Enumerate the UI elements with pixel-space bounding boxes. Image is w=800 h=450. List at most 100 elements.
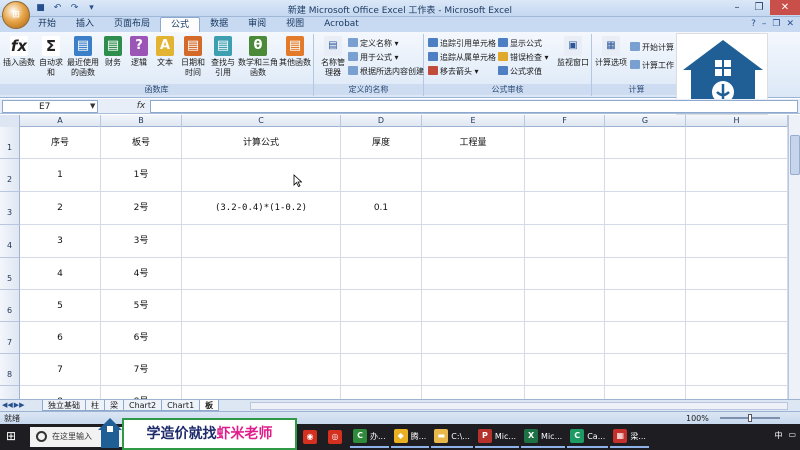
tab-7[interactable]: Acrobat (314, 17, 369, 32)
cell-E5[interactable] (422, 258, 525, 290)
cell-F4[interactable] (525, 225, 605, 258)
formula-auditing-item-2[interactable]: 移去箭头 ▾ (428, 66, 479, 78)
cell-G6[interactable] (605, 290, 686, 322)
calculation-item-0[interactable]: 开始计算 (630, 42, 674, 54)
cell-F6[interactable] (525, 290, 605, 322)
input-method-indicator[interactable]: 中 (774, 430, 782, 441)
cell-B6[interactable]: 5号 (101, 290, 182, 322)
cell-F2[interactable] (525, 159, 605, 192)
cell-C6[interactable] (182, 290, 341, 322)
row-header-6[interactable]: 6 (0, 290, 20, 322)
cell-D3[interactable]: 0.1 (341, 192, 422, 225)
cell-E9[interactable] (422, 386, 525, 399)
cell-G9[interactable] (605, 386, 686, 399)
cell-D5[interactable] (341, 258, 422, 290)
cell-F1[interactable] (525, 127, 605, 159)
cell-H8[interactable] (686, 354, 788, 386)
cell-G1[interactable] (605, 127, 686, 159)
defined-names-item-0[interactable]: 定义名称 ▾ (348, 38, 399, 50)
cell-B1[interactable]: 板号 (101, 127, 182, 159)
cell-E6[interactable] (422, 290, 525, 322)
cell-C3[interactable]: (3.2-0.4)*(1-0.2) (182, 192, 341, 225)
cell-H6[interactable] (686, 290, 788, 322)
taskbar-app-0[interactable]: ◉ (300, 426, 323, 448)
insert-function-icon[interactable]: fx (134, 100, 148, 113)
doc-close-icon[interactable]: ✕ (786, 19, 794, 29)
cell-G4[interactable] (605, 225, 686, 258)
formula-auditing-item-3[interactable]: 显示公式 (498, 38, 542, 50)
calc-options-button[interactable]: ▦ 计算选项 (594, 36, 628, 84)
formula-auditing-item-1[interactable]: 追踪从属单元格 (428, 52, 496, 64)
cell-C2[interactable] (182, 159, 341, 192)
defined-names-item-2[interactable]: 根据所选内容创建 (348, 66, 424, 78)
cell-C8[interactable] (182, 354, 341, 386)
cell-G8[interactable] (605, 354, 686, 386)
scroll-thumb[interactable] (790, 135, 800, 175)
cell-G3[interactable] (605, 192, 686, 225)
tab-1[interactable]: 插入 (66, 17, 104, 32)
windows-start-icon[interactable]: ⊞ (6, 429, 20, 443)
cell-D8[interactable] (341, 354, 422, 386)
cell-B5[interactable]: 4号 (101, 258, 182, 290)
taskbar-app-6[interactable]: X Mic... (521, 426, 566, 448)
calculation-item-1[interactable]: 计算工作 (630, 60, 674, 72)
cell-F9[interactable] (525, 386, 605, 399)
cell-D6[interactable] (341, 290, 422, 322)
zoom-level[interactable]: 100% (686, 413, 709, 424)
tab-2[interactable]: 页面布局 (104, 17, 160, 32)
column-header-D[interactable]: D (341, 115, 422, 127)
column-header-H[interactable]: H (686, 115, 788, 127)
column-header-G[interactable]: G (605, 115, 686, 127)
tab-6[interactable]: 视图 (276, 17, 314, 32)
cell-E4[interactable] (422, 225, 525, 258)
close-button[interactable]: ✕ (770, 0, 800, 15)
doc-minimize-icon[interactable]: – (762, 19, 767, 29)
tab-0[interactable]: 开始 (28, 17, 66, 32)
formula-input[interactable] (150, 100, 798, 113)
cell-D9[interactable] (341, 386, 422, 399)
function-button-7[interactable]: ▤ 查找与引用 (208, 36, 238, 84)
cell-B7[interactable]: 6号 (101, 322, 182, 354)
cell-H7[interactable] (686, 322, 788, 354)
cell-H9[interactable] (686, 386, 788, 399)
sheet-tab-3[interactable]: Chart2 (123, 400, 163, 411)
horizontal-scrollbar[interactable] (250, 402, 788, 410)
cell-A5[interactable]: 4 (20, 258, 101, 290)
function-button-2[interactable]: ▤ 最近使用的函数 (66, 36, 100, 84)
taskbar-app-2[interactable]: C 办... (350, 426, 389, 448)
cell-C1[interactable]: 计算公式 (182, 127, 341, 159)
cell-G2[interactable] (605, 159, 686, 192)
function-button-3[interactable]: ▤ 财务 (100, 36, 126, 84)
sheet-tab-0[interactable]: 独立基础 (42, 400, 86, 411)
formula-auditing-item-4[interactable]: 错误检查 ▾ (498, 52, 549, 64)
doc-restore-icon[interactable]: ❐ (772, 19, 780, 29)
sheet-tab-5[interactable]: 板 (199, 400, 220, 411)
row-header-8[interactable]: 8 (0, 354, 20, 386)
cell-C4[interactable] (182, 225, 341, 258)
cell-B8[interactable]: 7号 (101, 354, 182, 386)
cell-A2[interactable]: 1 (20, 159, 101, 192)
function-button-9[interactable]: ▤ 其他函数 (278, 36, 312, 84)
first-sheet-icon[interactable]: ◀◀ (2, 401, 13, 409)
taskbar-app-1[interactable]: ◎ (325, 426, 348, 448)
tab-4[interactable]: 数据 (200, 17, 238, 32)
help-icon[interactable]: ? (751, 19, 756, 29)
worksheet-grid[interactable]: ABCDEFGH 1 序号 板号 计算公式 厚度 工程量 2 1 1号 3 2 2号 (3.2-0.4)… (0, 115, 788, 399)
cell-G5[interactable] (605, 258, 686, 290)
cell-G7[interactable] (605, 322, 686, 354)
column-header-A[interactable]: A (20, 115, 101, 127)
row-header-3[interactable]: 3 (0, 192, 20, 225)
cell-H5[interactable] (686, 258, 788, 290)
sheet-tab-4[interactable]: Chart1 (161, 400, 201, 411)
watch-window-button[interactable]: ▣ 监视窗口 (556, 36, 590, 84)
cell-A6[interactable]: 5 (20, 290, 101, 322)
column-header-F[interactable]: F (525, 115, 605, 127)
name-box[interactable]: E7 (2, 100, 98, 113)
taskbar-app-4[interactable]: ▬ C:\... (431, 426, 473, 448)
cell-E2[interactable] (422, 159, 525, 192)
taskbar-app-7[interactable]: C Ca... (567, 426, 609, 448)
cell-B4[interactable]: 3号 (101, 225, 182, 258)
cell-E8[interactable] (422, 354, 525, 386)
row-header-5[interactable]: 5 (0, 258, 20, 290)
cell-C7[interactable] (182, 322, 341, 354)
